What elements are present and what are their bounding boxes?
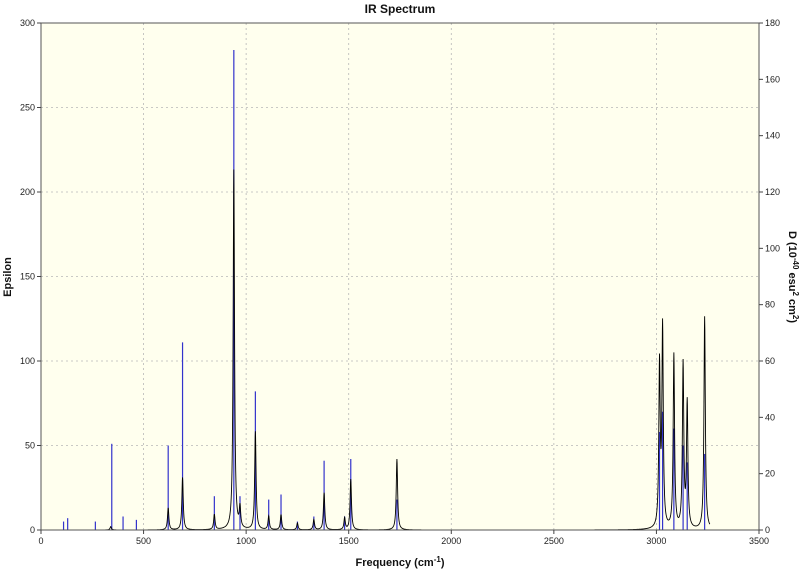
x-tick-label: 500 bbox=[136, 536, 151, 546]
y-tick-label: 50 bbox=[25, 441, 35, 451]
y2-tick-label: 120 bbox=[765, 187, 780, 197]
y2-tick-label: 40 bbox=[765, 412, 775, 422]
y-tick-label: 150 bbox=[20, 272, 35, 282]
y2-tick-label: 140 bbox=[765, 131, 780, 141]
y2-tick-label: 180 bbox=[765, 18, 780, 28]
x-tick-label: 1000 bbox=[236, 536, 256, 546]
x-tick-label: 2500 bbox=[544, 536, 564, 546]
x-tick-label: 2000 bbox=[441, 536, 461, 546]
ir-spectrum-chart: 0 500 1000 1500 2000 2500 3000 3500 05010015020… bbox=[0, 0, 800, 569]
y2-tick-label: 100 bbox=[765, 243, 780, 253]
y-tick-label: 100 bbox=[20, 356, 35, 366]
y2-axis-title: D (10-40 esu2 cm2) bbox=[786, 231, 800, 323]
y-tick-label: 0 bbox=[30, 525, 35, 535]
y2-tick-label: 20 bbox=[765, 469, 775, 479]
x-axis-title: Frequency (cm-1) bbox=[355, 555, 444, 569]
y2-tick-label: 0 bbox=[765, 525, 770, 535]
x-tick-label: 1500 bbox=[339, 536, 359, 546]
chart-title: IR Spectrum bbox=[365, 2, 436, 16]
y-tick-label: 250 bbox=[20, 103, 35, 113]
y2-tick-label: 80 bbox=[765, 300, 775, 310]
x-tick-label: 3000 bbox=[646, 536, 666, 546]
y2-tick-label: 160 bbox=[765, 74, 780, 84]
x-tick-label: 3500 bbox=[749, 536, 769, 546]
y-tick-label: 300 bbox=[20, 18, 35, 28]
y-axis-title: Epsilon bbox=[2, 257, 14, 297]
x-tick-label: 0 bbox=[38, 536, 43, 546]
y2-tick-label: 60 bbox=[765, 356, 775, 366]
y-tick-label: 200 bbox=[20, 187, 35, 197]
